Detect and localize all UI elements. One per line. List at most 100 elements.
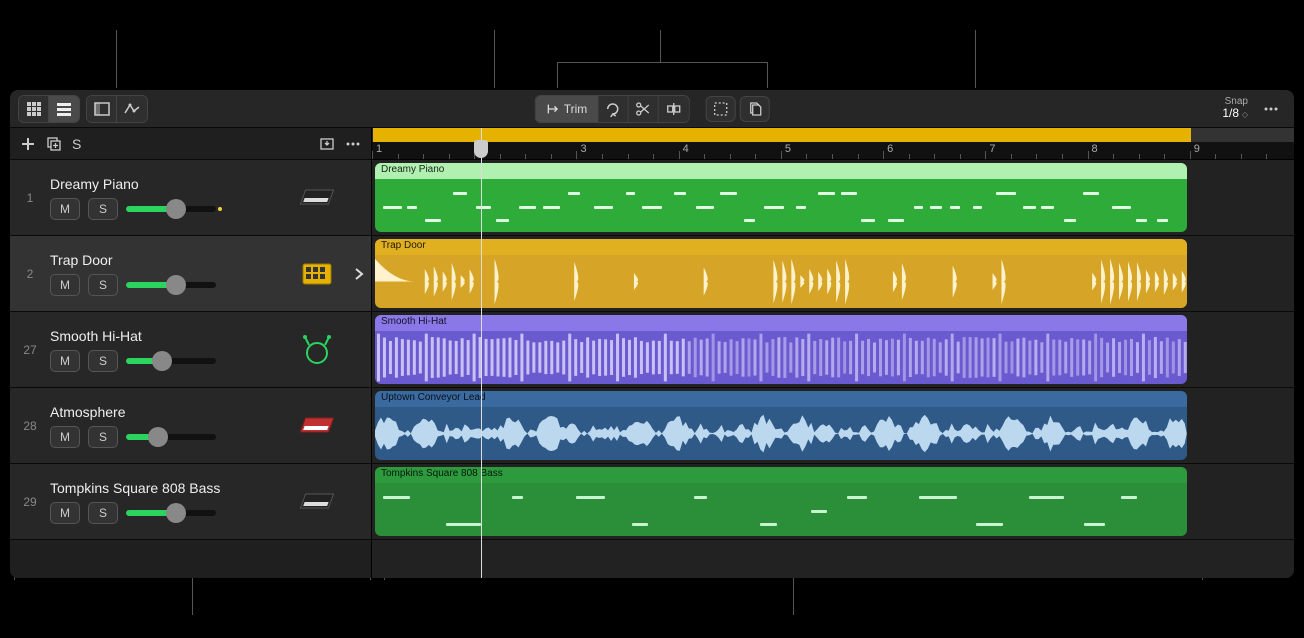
callout-line <box>975 30 976 88</box>
regions-container: Dreamy Piano Trap Door Smooth Hi-Hat Uptown… <box>372 160 1294 578</box>
panel-icon <box>94 101 110 117</box>
track-name[interactable]: Tompkins Square 808 Bass <box>50 480 287 496</box>
global-solo-button[interactable]: S <box>72 136 81 152</box>
mute-button[interactable]: M <box>50 274 80 296</box>
volume-slider[interactable] <box>126 503 216 523</box>
volume-slider[interactable] <box>126 351 216 371</box>
track-name[interactable]: Atmosphere <box>50 404 287 420</box>
callout-line <box>767 62 768 88</box>
more-menu-button[interactable] <box>1256 96 1286 122</box>
volume-slider[interactable] <box>126 199 216 219</box>
track-name[interactable]: Trap Door <box>50 252 287 268</box>
mute-button[interactable]: M <box>50 198 80 220</box>
trim-tool-button[interactable]: Trim <box>536 96 599 122</box>
region-content <box>375 407 1187 460</box>
region[interactable]: Uptown Conveyor Lead <box>375 391 1187 460</box>
region[interactable]: Tompkins Square 808 Bass <box>375 467 1187 536</box>
instrument-icon[interactable] <box>287 236 347 311</box>
grid-icon <box>26 101 42 117</box>
loop-tool-button[interactable] <box>598 96 628 122</box>
callout-line <box>494 30 495 88</box>
marquee-icon <box>712 101 728 117</box>
bar-number: 9 <box>1194 143 1200 155</box>
bar-number: 6 <box>887 143 893 155</box>
region-name: Tompkins Square 808 Bass <box>375 467 1187 483</box>
bar-number: 3 <box>580 143 586 155</box>
callout-line <box>660 30 661 62</box>
mute-button[interactable]: M <box>50 350 80 372</box>
callout-line <box>793 575 794 615</box>
view-mode-segmented <box>18 95 80 123</box>
split-tool-button[interactable] <box>658 96 688 122</box>
cycle-ruler[interactable] <box>373 128 1294 142</box>
track-headers-panel: S 1Dreamy PianoMS2Trap DoorMS27Smooth Hi… <box>10 128 372 578</box>
edit-tool-segmented: Trim <box>535 95 690 123</box>
automation-view-button[interactable] <box>117 96 147 122</box>
track-header-more-button[interactable] <box>345 136 361 152</box>
more-icon <box>345 136 361 152</box>
bar-ruler[interactable]: 123456789 <box>372 142 1294 160</box>
scissors-icon <box>635 101 651 117</box>
split-icon <box>665 101 681 117</box>
region[interactable]: Trap Door <box>375 239 1187 308</box>
volume-slider[interactable] <box>126 427 216 447</box>
track-name[interactable]: Smooth Hi-Hat <box>50 328 287 344</box>
track-header-row[interactable]: 27Smooth Hi-HatMS <box>10 312 371 388</box>
solo-button[interactable]: S <box>88 426 118 448</box>
solo-button[interactable]: S <box>88 198 118 220</box>
region[interactable]: Smooth Hi-Hat <box>375 315 1187 384</box>
bar-number: 4 <box>683 143 689 155</box>
track-header-controls: S <box>10 128 371 160</box>
callout-line <box>116 30 117 88</box>
track-index: 28 <box>10 388 50 463</box>
list-icon <box>56 101 72 117</box>
track-header-row[interactable]: 28Atmosphere MS <box>10 388 371 464</box>
instrument-icon[interactable] <box>287 464 347 539</box>
disclosure-button[interactable] <box>347 236 371 311</box>
playhead[interactable] <box>481 128 482 578</box>
bar-number: 1 <box>376 143 382 155</box>
track-header-row[interactable]: 2Trap Door MS <box>10 236 371 312</box>
track-index: 2 <box>10 236 50 311</box>
list-view-button[interactable] <box>49 96 79 122</box>
playhead-handle[interactable] <box>474 140 488 158</box>
top-toolbar: Trim Snap 1 <box>10 90 1294 128</box>
snap-value: 1/8 <box>1222 106 1239 120</box>
grid-view-button[interactable] <box>19 96 49 122</box>
track-header-row[interactable]: 29Tompkins Square 808 BassMS <box>10 464 371 540</box>
add-track-button[interactable] <box>20 136 36 152</box>
loop-icon <box>605 101 621 117</box>
solo-button[interactable]: S <box>88 350 118 372</box>
volume-slider[interactable] <box>126 275 216 295</box>
region-name: Trap Door <box>375 239 1187 255</box>
callout-line <box>557 62 767 63</box>
region[interactable]: Dreamy Piano <box>375 163 1187 232</box>
instrument-icon[interactable] <box>287 388 347 463</box>
marquee-button[interactable] <box>705 96 735 122</box>
track-name[interactable]: Dreamy Piano <box>50 176 287 192</box>
instrument-icon[interactable] <box>287 160 347 235</box>
solo-button[interactable]: S <box>88 502 118 524</box>
mute-button[interactable]: M <box>50 426 80 448</box>
browse-button[interactable] <box>739 96 769 122</box>
duplicate-track-button[interactable] <box>46 136 62 152</box>
track-header-row[interactable]: 1Dreamy PianoMS <box>10 160 371 236</box>
duplicate-icon <box>46 136 62 152</box>
trim-label: Trim <box>564 102 588 116</box>
instrument-icon[interactable] <box>287 312 347 387</box>
more-icon <box>1263 101 1279 117</box>
scissors-tool-button[interactable] <box>628 96 658 122</box>
disclosure-button <box>347 160 371 235</box>
solo-button[interactable]: S <box>88 274 118 296</box>
region-name: Uptown Conveyor Lead <box>375 391 1187 407</box>
bar-number: 5 <box>785 143 791 155</box>
mixer-view-button[interactable] <box>87 96 117 122</box>
bar-number: 8 <box>1092 143 1098 155</box>
snap-display[interactable]: Snap 1/8 ◇ <box>1222 96 1248 120</box>
callout-line <box>557 62 558 88</box>
disclosure-button <box>347 464 371 539</box>
tracks-area[interactable]: 123456789 Dreamy PianoTrap DoorSmooth Hi… <box>372 128 1294 578</box>
mute-button[interactable]: M <box>50 502 80 524</box>
collapse-button[interactable] <box>319 136 335 152</box>
region-name: Smooth Hi-Hat <box>375 315 1187 331</box>
